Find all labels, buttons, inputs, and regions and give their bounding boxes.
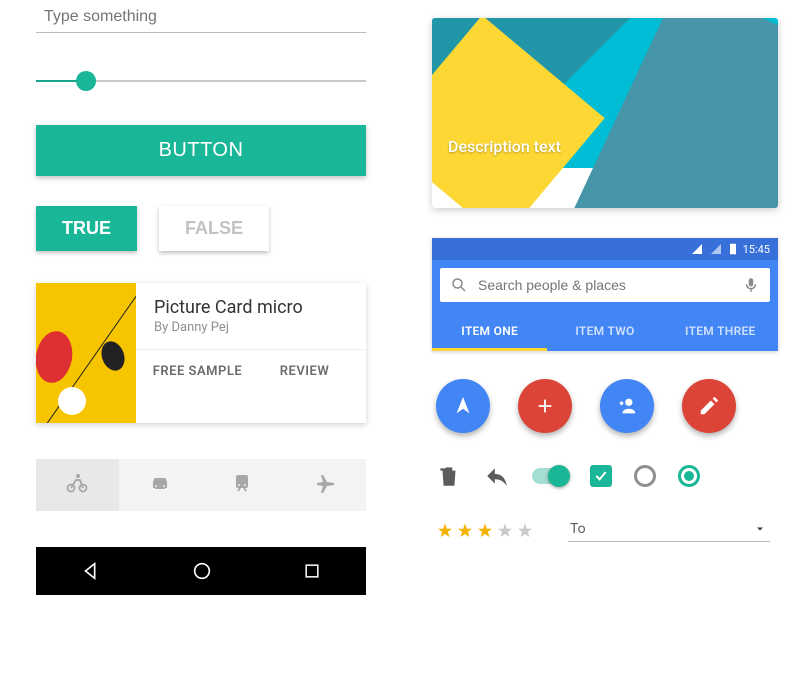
card-subtitle: By Danny Pej: [136, 320, 366, 349]
slider-thumb[interactable]: [76, 71, 96, 91]
transport-car[interactable]: [119, 459, 202, 511]
star-icon: [496, 522, 514, 540]
false-button[interactable]: FALSE: [159, 206, 269, 251]
rating-stars[interactable]: [436, 522, 534, 540]
bottom-row: To: [432, 519, 778, 542]
pencil-icon: [698, 395, 720, 417]
tab-item-one[interactable]: ITEM ONE: [432, 312, 547, 351]
card-action-review[interactable]: REVIEW: [251, 364, 358, 379]
nav-recent-icon[interactable]: [302, 561, 322, 581]
card-title: Picture Card micro: [136, 283, 366, 320]
navigation-icon: [452, 395, 474, 417]
dropdown-value: To: [570, 521, 586, 537]
wifi-icon: [709, 243, 723, 255]
checkbox-checked[interactable]: [590, 465, 612, 487]
hero-image: Description text: [432, 18, 778, 168]
tab-item-three[interactable]: ITEM THREE: [663, 312, 778, 351]
chevron-down-icon: [754, 523, 766, 535]
fab-add[interactable]: [518, 379, 572, 433]
transport-tabs: [36, 459, 366, 511]
fab-row: [432, 379, 778, 433]
dropdown-to[interactable]: To: [568, 519, 770, 542]
plane-icon: [313, 471, 337, 495]
status-bar: 15:45: [432, 238, 778, 260]
signal-icon: [691, 243, 703, 255]
fab-navigate[interactable]: [436, 379, 490, 433]
switch-knob: [548, 465, 570, 487]
appbar: 15:45 ITEM ONE ITEM TWO ITEM THREE: [432, 238, 778, 351]
search-input[interactable]: [478, 277, 732, 293]
reply-icon[interactable]: [484, 463, 510, 489]
mic-icon[interactable]: [742, 276, 760, 294]
star-icon: [436, 522, 454, 540]
true-button[interactable]: TRUE: [36, 206, 137, 251]
plus-icon: [534, 395, 556, 417]
fab-edit[interactable]: [682, 379, 736, 433]
train-icon: [230, 471, 254, 495]
star-icon: [516, 522, 534, 540]
hero-description: Description text: [448, 137, 561, 156]
tab-bar: ITEM ONE ITEM TWO ITEM THREE: [432, 312, 778, 351]
bicycle-icon: [65, 471, 89, 495]
search-bar[interactable]: [440, 268, 770, 302]
primary-button[interactable]: BUTTON: [36, 125, 366, 176]
nav-home-icon[interactable]: [191, 560, 213, 582]
delete-icon[interactable]: [436, 463, 462, 489]
nav-back-icon[interactable]: [80, 560, 102, 582]
battery-icon: [729, 243, 737, 255]
card-artwork: [36, 283, 136, 423]
tab-item-two[interactable]: ITEM TWO: [547, 312, 662, 351]
car-icon: [148, 471, 172, 495]
slider[interactable]: [36, 71, 366, 91]
check-icon: [593, 468, 609, 484]
radio-unchecked[interactable]: [634, 465, 656, 487]
hero-card: Description text: [432, 18, 778, 208]
fab-add-person[interactable]: [600, 379, 654, 433]
switch-toggle[interactable]: [532, 468, 568, 484]
person-add-icon: [616, 395, 638, 417]
radio-checked[interactable]: [678, 465, 700, 487]
status-time: 15:45: [743, 243, 770, 256]
star-icon: [456, 522, 474, 540]
transport-bicycle[interactable]: [36, 459, 119, 511]
controls-row: [432, 463, 778, 489]
android-navbar: [36, 547, 366, 595]
picture-card: Picture Card micro By Danny Pej FREE SAM…: [36, 283, 366, 423]
text-input[interactable]: [36, 2, 366, 33]
transport-train[interactable]: [201, 459, 284, 511]
transport-plane[interactable]: [284, 459, 367, 511]
search-icon: [450, 276, 468, 294]
star-icon: [476, 522, 494, 540]
card-action-free-sample[interactable]: FREE SAMPLE: [144, 364, 251, 379]
